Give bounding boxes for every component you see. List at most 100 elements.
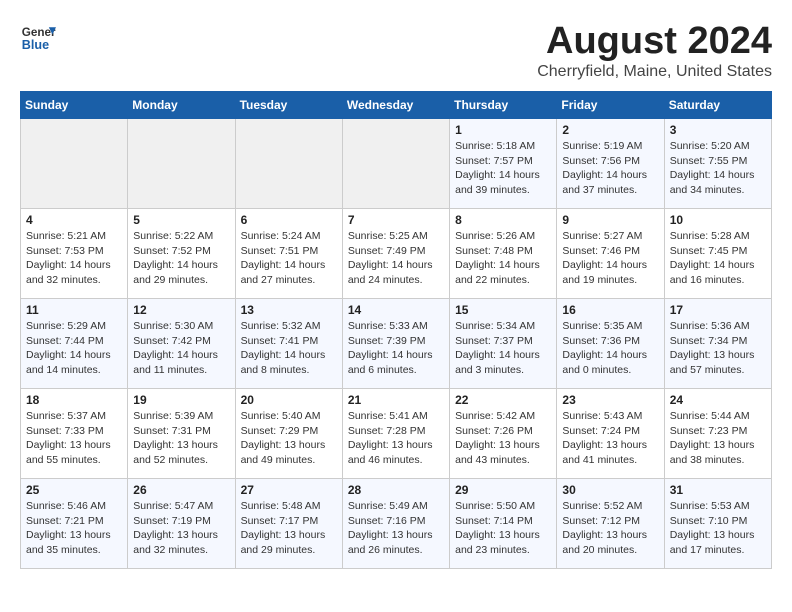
day-number: 2	[562, 123, 658, 137]
day-info: Sunrise: 5:26 AM Sunset: 7:48 PM Dayligh…	[455, 229, 551, 288]
day-number: 18	[26, 393, 122, 407]
calendar-week-row: 25Sunrise: 5:46 AM Sunset: 7:21 PM Dayli…	[21, 479, 772, 569]
day-number: 6	[241, 213, 337, 227]
table-row: 10 Sunrise: 5:28 AM Sunset: 7:45 PM Dayli…	[664, 209, 771, 299]
day-info: Sunrise: 5:46 AM Sunset: 7:21 PM Dayligh…	[26, 499, 122, 558]
table-row: 17Sunrise: 5:36 AM Sunset: 7:34 PM Dayli…	[664, 299, 771, 389]
day-info: Sunrise: 5:19 AM Sunset: 7:56 PM Dayligh…	[562, 139, 658, 198]
table-row	[342, 119, 449, 209]
table-row: 23 Sunrise: 5:43 AM Sunset: 7:24 PM Dayli…	[557, 389, 664, 479]
table-row	[235, 119, 342, 209]
table-row: 3Sunrise: 5:20 AM Sunset: 7:55 PM Daylig…	[664, 119, 771, 209]
header-wednesday: Wednesday	[342, 92, 449, 119]
day-info: Sunrise: 5:36 AM Sunset: 7:34 PM Dayligh…	[670, 319, 766, 378]
table-row: 1 Sunrise: 5:18 AM Sunset: 7:57 PM Daylig…	[450, 119, 557, 209]
day-number: 1	[455, 123, 551, 137]
header-sunday: Sunday	[21, 92, 128, 119]
day-info: Sunrise: 5:43 AM Sunset: 7:24 PM Dayligh…	[562, 409, 658, 468]
day-info: Sunrise: 5:52 AM Sunset: 7:12 PM Dayligh…	[562, 499, 658, 558]
day-number: 30	[562, 483, 658, 497]
day-number: 20	[241, 393, 337, 407]
table-row: 11Sunrise: 5:29 AM Sunset: 7:44 PM Dayli…	[21, 299, 128, 389]
day-number: 10	[670, 213, 766, 227]
table-row: 21 Sunrise: 5:41 AM Sunset: 7:28 PM Dayli…	[342, 389, 449, 479]
day-info: Sunrise: 5:24 AM Sunset: 7:51 PM Dayligh…	[241, 229, 337, 288]
day-info: Sunrise: 5:41 AM Sunset: 7:28 PM Dayligh…	[348, 409, 444, 468]
day-number: 26	[133, 483, 229, 497]
day-number: 14	[348, 303, 444, 317]
day-info: Sunrise: 5:48 AM Sunset: 7:17 PM Dayligh…	[241, 499, 337, 558]
day-info: Sunrise: 5:25 AM Sunset: 7:49 PM Dayligh…	[348, 229, 444, 288]
calendar-title: August 2024	[537, 20, 772, 63]
table-row: 9 Sunrise: 5:27 AM Sunset: 7:46 PM Daylig…	[557, 209, 664, 299]
table-row: 20 Sunrise: 5:40 AM Sunset: 7:29 PM Dayli…	[235, 389, 342, 479]
day-info: Sunrise: 5:29 AM Sunset: 7:44 PM Dayligh…	[26, 319, 122, 378]
table-row: 6 Sunrise: 5:24 AM Sunset: 7:51 PM Daylig…	[235, 209, 342, 299]
day-info: Sunrise: 5:39 AM Sunset: 7:31 PM Dayligh…	[133, 409, 229, 468]
table-row: 15Sunrise: 5:34 AM Sunset: 7:37 PM Dayli…	[450, 299, 557, 389]
day-info: Sunrise: 5:21 AM Sunset: 7:53 PM Dayligh…	[26, 229, 122, 288]
header-saturday: Saturday	[664, 92, 771, 119]
calendar-week-row: 18 Sunrise: 5:37 AM Sunset: 7:33 PM Dayli…	[21, 389, 772, 479]
day-number: 12	[133, 303, 229, 317]
table-row: 31 Sunrise: 5:53 AM Sunset: 7:10 PM Dayli…	[664, 479, 771, 569]
day-number: 27	[241, 483, 337, 497]
day-info: Sunrise: 5:37 AM Sunset: 7:33 PM Dayligh…	[26, 409, 122, 468]
table-row: 22Sunrise: 5:42 AM Sunset: 7:26 PM Dayli…	[450, 389, 557, 479]
day-number: 21	[348, 393, 444, 407]
logo: General Blue	[20, 20, 56, 56]
title-section: August 2024 Cherryfield, Maine, United S…	[537, 20, 772, 81]
header-monday: Monday	[128, 92, 235, 119]
day-info: Sunrise: 5:28 AM Sunset: 7:45 PM Dayligh…	[670, 229, 766, 288]
day-info: Sunrise: 5:22 AM Sunset: 7:52 PM Dayligh…	[133, 229, 229, 288]
day-number: 7	[348, 213, 444, 227]
day-number: 5	[133, 213, 229, 227]
table-row: 12Sunrise: 5:30 AM Sunset: 7:42 PM Dayli…	[128, 299, 235, 389]
day-info: Sunrise: 5:33 AM Sunset: 7:39 PM Dayligh…	[348, 319, 444, 378]
calendar-subtitle: Cherryfield, Maine, United States	[537, 63, 772, 81]
day-info: Sunrise: 5:49 AM Sunset: 7:16 PM Dayligh…	[348, 499, 444, 558]
table-row: 18 Sunrise: 5:37 AM Sunset: 7:33 PM Dayli…	[21, 389, 128, 479]
day-number: 22	[455, 393, 551, 407]
day-number: 9	[562, 213, 658, 227]
day-number: 19	[133, 393, 229, 407]
day-info: Sunrise: 5:50 AM Sunset: 7:14 PM Dayligh…	[455, 499, 551, 558]
day-info: Sunrise: 5:34 AM Sunset: 7:37 PM Dayligh…	[455, 319, 551, 378]
table-row: 2 Sunrise: 5:19 AM Sunset: 7:56 PM Daylig…	[557, 119, 664, 209]
table-row: 27 Sunrise: 5:48 AM Sunset: 7:17 PM Dayli…	[235, 479, 342, 569]
day-info: Sunrise: 5:35 AM Sunset: 7:36 PM Dayligh…	[562, 319, 658, 378]
day-number: 3	[670, 123, 766, 137]
header-friday: Friday	[557, 92, 664, 119]
day-number: 23	[562, 393, 658, 407]
table-row: 14 Sunrise: 5:33 AM Sunset: 7:39 PM Dayli…	[342, 299, 449, 389]
day-info: Sunrise: 5:47 AM Sunset: 7:19 PM Dayligh…	[133, 499, 229, 558]
table-row	[21, 119, 128, 209]
table-row: 4Sunrise: 5:21 AM Sunset: 7:53 PM Daylig…	[21, 209, 128, 299]
table-row: 25Sunrise: 5:46 AM Sunset: 7:21 PM Dayli…	[21, 479, 128, 569]
header-tuesday: Tuesday	[235, 92, 342, 119]
table-row	[128, 119, 235, 209]
table-row: 16 Sunrise: 5:35 AM Sunset: 7:36 PM Dayli…	[557, 299, 664, 389]
day-info: Sunrise: 5:53 AM Sunset: 7:10 PM Dayligh…	[670, 499, 766, 558]
day-number: 31	[670, 483, 766, 497]
table-row: 24 Sunrise: 5:44 AM Sunset: 7:23 PM Dayli…	[664, 389, 771, 479]
day-number: 24	[670, 393, 766, 407]
day-info: Sunrise: 5:27 AM Sunset: 7:46 PM Dayligh…	[562, 229, 658, 288]
logo-icon: General Blue	[20, 20, 56, 56]
page-header: General Blue August 2024 Cherryfield, Ma…	[20, 20, 772, 81]
calendar-week-row: 4Sunrise: 5:21 AM Sunset: 7:53 PM Daylig…	[21, 209, 772, 299]
table-row: 30 Sunrise: 5:52 AM Sunset: 7:12 PM Dayli…	[557, 479, 664, 569]
day-info: Sunrise: 5:44 AM Sunset: 7:23 PM Dayligh…	[670, 409, 766, 468]
day-number: 16	[562, 303, 658, 317]
day-info: Sunrise: 5:18 AM Sunset: 7:57 PM Dayligh…	[455, 139, 551, 198]
table-row: 26 Sunrise: 5:47 AM Sunset: 7:19 PM Dayli…	[128, 479, 235, 569]
table-row: 13 Sunrise: 5:32 AM Sunset: 7:41 PM Dayli…	[235, 299, 342, 389]
day-info: Sunrise: 5:40 AM Sunset: 7:29 PM Dayligh…	[241, 409, 337, 468]
day-info: Sunrise: 5:32 AM Sunset: 7:41 PM Dayligh…	[241, 319, 337, 378]
table-row: 29Sunrise: 5:50 AM Sunset: 7:14 PM Dayli…	[450, 479, 557, 569]
svg-text:Blue: Blue	[22, 38, 49, 52]
day-number: 13	[241, 303, 337, 317]
header-thursday: Thursday	[450, 92, 557, 119]
day-number: 8	[455, 213, 551, 227]
day-number: 28	[348, 483, 444, 497]
